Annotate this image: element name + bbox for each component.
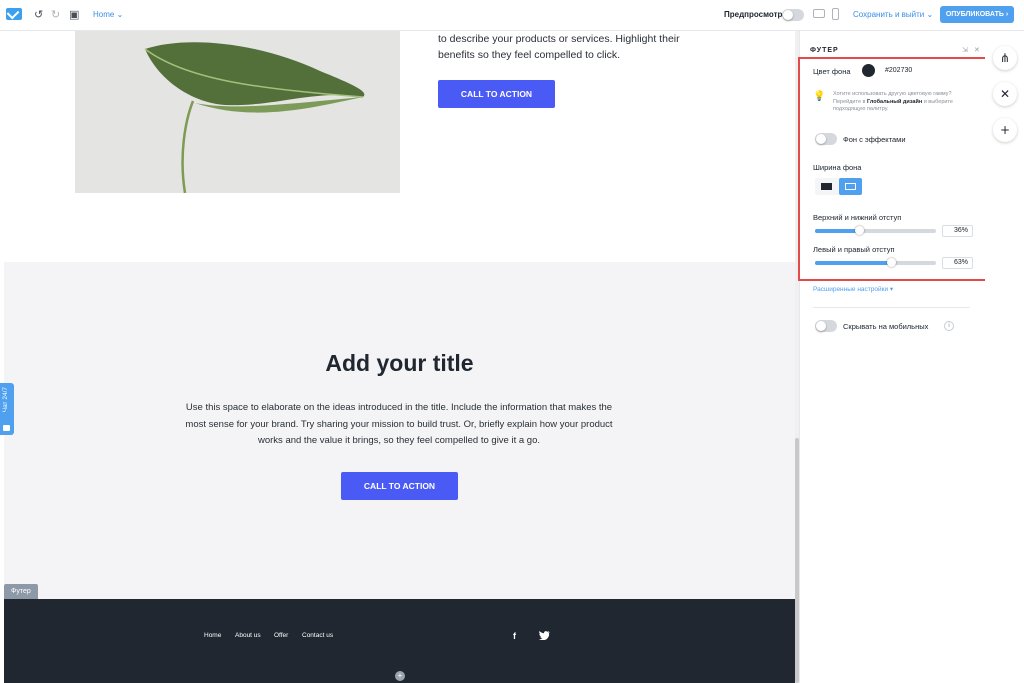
global-design-link[interactable]: Глобальный дизайн — [867, 99, 922, 105]
publish-button[interactable]: ОПУБЛИКОВАТЬ › — [940, 6, 1014, 23]
chevron-down-icon: ⌄ — [926, 10, 934, 19]
preview-toggle[interactable] — [782, 9, 804, 21]
add-icon[interactable]: + — [993, 118, 1017, 142]
publish-label: ОПУБЛИКОВАТЬ — [945, 11, 1004, 18]
add-section-icon[interactable]: + — [395, 671, 405, 681]
lightbulb-icon: 💡 — [813, 91, 826, 102]
effects-toggle[interactable] — [815, 133, 837, 145]
undo-icon[interactable]: ↺ — [34, 8, 43, 22]
preview-label: Предпросмотр — [724, 10, 783, 19]
padding-horizontal-slider[interactable] — [815, 258, 936, 267]
save-icon[interactable]: ▣ — [69, 8, 79, 22]
padding-horizontal-label: Левый и правый отступ — [813, 245, 895, 254]
footer-link-offer[interactable]: Offer — [274, 632, 288, 639]
logo-icon[interactable] — [6, 8, 22, 20]
leaf-illustration — [144, 42, 365, 193]
right-rail: ⋔ ✕ + — [985, 31, 1024, 683]
panel-close-icon[interactable]: ✕ — [974, 46, 980, 54]
section-body[interactable]: Use this space to elaborate on the ideas… — [179, 400, 619, 450]
width-selector — [815, 178, 862, 195]
padding-horizontal-value[interactable]: 63% — [942, 257, 973, 269]
redo-icon[interactable]: ↻ — [51, 8, 60, 22]
footer-link-contact[interactable]: Contact us — [302, 632, 333, 639]
chat-icon — [3, 425, 10, 431]
full-width-icon — [845, 183, 856, 190]
hide-mobile-label: Скрывать на мобильных — [843, 322, 929, 331]
palette-hint: Хотите использовать другую цветовую гамм… — [833, 91, 968, 114]
mobile-icon[interactable] — [832, 8, 839, 20]
padding-vertical-label: Верхний и нижний отступ — [813, 213, 902, 222]
bg-color-value[interactable]: #202730 — [885, 67, 912, 74]
editor-canvas: to describe your products or services. H… — [4, 31, 795, 683]
save-exit-label: Сохранить и выйти — [853, 10, 925, 19]
desktop-icon[interactable] — [813, 9, 825, 18]
padding-vertical-slider[interactable] — [815, 226, 936, 235]
page-selector[interactable]: Home ⌄ — [93, 10, 123, 19]
footer-tag[interactable]: Футер — [4, 584, 38, 599]
slider-handle[interactable] — [855, 226, 864, 235]
advanced-settings-link[interactable]: Расширенные настройки ▾ — [813, 285, 893, 293]
padding-vertical-value[interactable]: 36% — [942, 225, 973, 237]
close-icon[interactable]: ✕ — [993, 82, 1017, 106]
settings-panel: ФУТЕР ⇲ ✕ Цвет фона #202730 💡 Хотите исп… — [798, 31, 991, 683]
footer-link-home[interactable]: Home — [204, 632, 221, 639]
info-icon[interactable]: i — [944, 321, 954, 331]
chevron-down-icon: ⌄ — [116, 10, 124, 19]
chat-label: Чат 24/7 — [2, 387, 9, 413]
advanced-label: Расширенные настройки — [813, 286, 889, 293]
facebook-icon[interactable]: f — [513, 631, 516, 641]
chevron-right-icon: › — [1005, 11, 1009, 18]
chat-widget[interactable]: Чат 24/7 — [0, 383, 14, 435]
top-toolbar: ↺ ↻ ▣ Home ⌄ Предпросмотр Сохранить и вы… — [0, 0, 1024, 31]
full-width-option[interactable] — [839, 178, 862, 195]
boxed-width-icon — [821, 183, 832, 190]
slider-fill — [815, 261, 891, 265]
boxed-width-option[interactable] — [815, 178, 838, 195]
bg-color-label: Цвет фона — [813, 67, 851, 76]
section-cta-button[interactable]: CALL TO ACTION — [341, 472, 458, 500]
chevron-down-icon: ▾ — [889, 286, 894, 293]
twitter-icon[interactable] — [539, 631, 550, 642]
footer-link-about[interactable]: About us — [235, 632, 261, 639]
width-label: Ширина фона — [813, 163, 862, 172]
hero-paragraph[interactable]: to describe your products or services. H… — [438, 31, 688, 63]
leaf-image[interactable] — [75, 31, 400, 193]
divider — [813, 307, 970, 308]
section-title[interactable]: Add your title — [4, 350, 795, 377]
slider-fill — [815, 229, 859, 233]
save-exit-button[interactable]: Сохранить и выйти ⌄ — [853, 10, 933, 19]
content-section: Add your title Use this space to elabora… — [4, 262, 795, 599]
page-name: Home — [93, 10, 115, 19]
panel-title: ФУТЕР — [810, 47, 839, 54]
color-swatch[interactable] — [862, 64, 875, 77]
pin-icon[interactable]: ⇲ — [962, 46, 968, 54]
effects-label: Фон с эффектами — [843, 135, 906, 144]
hide-mobile-toggle[interactable] — [815, 320, 837, 332]
hero-cta-button[interactable]: CALL TO ACTION — [438, 80, 555, 108]
slider-handle[interactable] — [887, 258, 896, 267]
sitemap-icon[interactable]: ⋔ — [993, 46, 1017, 70]
